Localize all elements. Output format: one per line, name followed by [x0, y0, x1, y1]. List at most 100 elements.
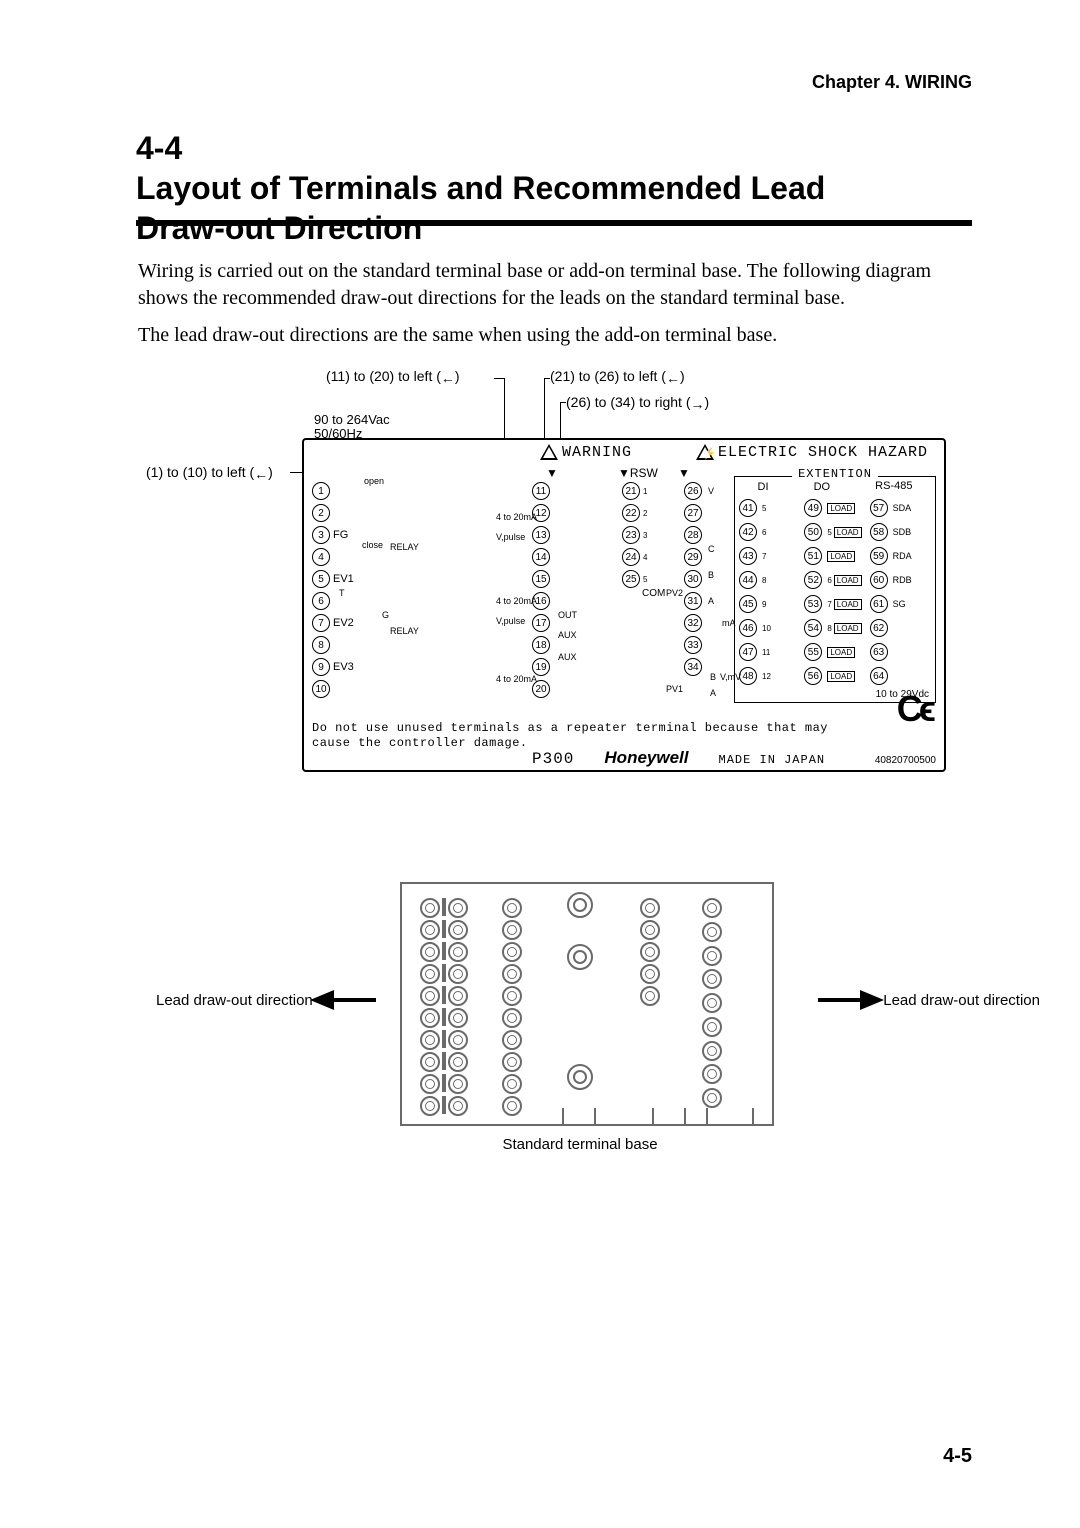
mount-hole-icon: [567, 944, 593, 970]
terminal-22: 22: [622, 504, 640, 522]
terminal-27: 27: [684, 504, 702, 522]
leader-11-20-h: [494, 378, 504, 379]
terminal-44: 44: [739, 571, 757, 589]
hint-b: B: [710, 672, 716, 682]
hint-relay: RELAY: [390, 626, 419, 636]
annot-11-20: (11) to (20) to left (←): [326, 368, 460, 384]
terminal-31: 31: [684, 592, 702, 610]
screw-terminal-icon: [702, 1088, 722, 1108]
terminal-62: 62: [870, 619, 888, 637]
terminal-8: 8: [312, 636, 330, 654]
screw-terminal-icon: [448, 942, 468, 962]
hint-420: 4 to 20mA: [496, 512, 537, 522]
screw-terminal-icon: [448, 898, 468, 918]
lead-direction-label-left: Lead draw-out direction: [156, 992, 313, 1009]
screw-terminal-icon: [448, 920, 468, 940]
screw-terminal-icon: [448, 1008, 468, 1028]
load-box: LOAD: [834, 527, 862, 538]
terminal-plate: ! WARNING ⚡ ELECTRIC SHOCK HAZARD RSW ▼ …: [302, 438, 946, 772]
load-box: LOAD: [834, 575, 862, 586]
model-text: P300: [532, 750, 574, 768]
screw-terminal-icon: [502, 920, 522, 940]
clip-icon: [652, 1108, 686, 1126]
section-number: 4-4: [136, 128, 212, 168]
screw-terminal-icon: [640, 898, 660, 918]
terminal-10: 10: [312, 680, 330, 698]
screw-terminal-icon: [420, 898, 440, 918]
annot-1-10: (1) to (10) to left (←): [146, 464, 273, 480]
screw-terminal-icon: [448, 986, 468, 1006]
barrier-icon: [442, 942, 446, 960]
annot-1-10-text: (1) to (10) to left (: [146, 464, 254, 480]
terminal-48: 48: [739, 667, 757, 685]
screw-terminal-icon: [502, 1030, 522, 1050]
leader-11-20: [504, 378, 505, 438]
terminal-47: 47: [739, 643, 757, 661]
extension-title: EXTENTION: [792, 467, 878, 481]
barrier-icon: [442, 1096, 446, 1114]
terminal-block-right: [702, 898, 722, 1110]
load-box: LOAD: [827, 503, 855, 514]
screw-terminal-icon: [640, 986, 660, 1006]
terminal-9: 9: [312, 658, 330, 676]
barrier-icon: [442, 1074, 446, 1092]
terminal-54: 54: [804, 619, 822, 637]
screw-terminal-icon: [448, 1052, 468, 1072]
note-line1: Do not use unused terminals as a repeate…: [312, 721, 936, 735]
clip-icon: [706, 1108, 754, 1126]
brand-text: Honeywell: [604, 748, 688, 768]
clip-icon: [562, 1108, 596, 1126]
section-title-text: Layout of Terminals and Recommended Lead…: [136, 168, 892, 248]
screw-terminal-icon: [502, 964, 522, 984]
terminal-4: 4: [312, 548, 330, 566]
terminal-14: 14: [532, 548, 550, 566]
terminal-34: 34: [684, 658, 702, 676]
hint-g: G: [382, 610, 389, 620]
warning-text: WARNING: [562, 444, 632, 461]
screw-terminal-icon: [502, 1052, 522, 1072]
screw-terminal-icon: [420, 1074, 440, 1094]
terminal-2: 2: [312, 504, 330, 522]
bolt-icon: ⚡: [702, 447, 717, 460]
hint-a: A: [710, 688, 716, 698]
terminal-57: 57: [870, 499, 888, 517]
terminal-30: 30: [684, 570, 702, 588]
plate-topbar: ! WARNING ⚡ ELECTRIC SHOCK HAZARD: [540, 440, 944, 464]
leader-21-26: [544, 378, 545, 438]
terminal-61: 61: [870, 595, 888, 613]
lead-direction-label-right: Lead draw-out direction: [883, 992, 1040, 1009]
screw-terminal-icon: [502, 1096, 522, 1116]
section-rule: [136, 220, 972, 226]
caret-down-icon: ▼: [546, 466, 558, 480]
paragraph-2: The lead draw-out directions are the sam…: [138, 322, 972, 349]
screw-terminal-icon: [420, 1096, 440, 1116]
screw-terminal-icon: [420, 964, 440, 984]
terminal-11: 11: [532, 482, 550, 500]
barrier-icon: [442, 920, 446, 938]
load-box: LOAD: [834, 623, 862, 634]
ext-rs-head: RS-485: [875, 481, 912, 493]
shock-text: ELECTRIC SHOCK HAZARD: [718, 444, 928, 461]
mount-hole-icon: [567, 1064, 593, 1090]
screw-terminal-icon: [502, 986, 522, 1006]
terminal-21: 21: [622, 482, 640, 500]
hint-com: COM: [642, 588, 665, 599]
barrier-icon: [442, 964, 446, 982]
barrier-icon: [442, 898, 446, 916]
arrow-left-icon: ←: [254, 466, 268, 482]
screw-terminal-icon: [502, 898, 522, 918]
hint-b: B: [708, 570, 714, 580]
annot-21-26: (21) to (26) to left (←): [550, 368, 685, 384]
hint-v: V: [708, 486, 714, 496]
terminal-side-label: EV2: [333, 617, 354, 629]
load-box: LOAD: [827, 647, 855, 658]
terminal-45: 45: [739, 595, 757, 613]
terminal-block-mid: [502, 898, 522, 1110]
screw-terminal-icon: [702, 1041, 722, 1061]
screw-terminal-icon: [448, 964, 468, 984]
warning-triangle-icon: !: [540, 444, 558, 460]
screw-terminal-icon: [502, 1008, 522, 1028]
terminal-46: 46: [739, 619, 757, 637]
hint-close: close: [362, 540, 383, 550]
plate-note: Do not use unused terminals as a repeate…: [312, 721, 936, 750]
